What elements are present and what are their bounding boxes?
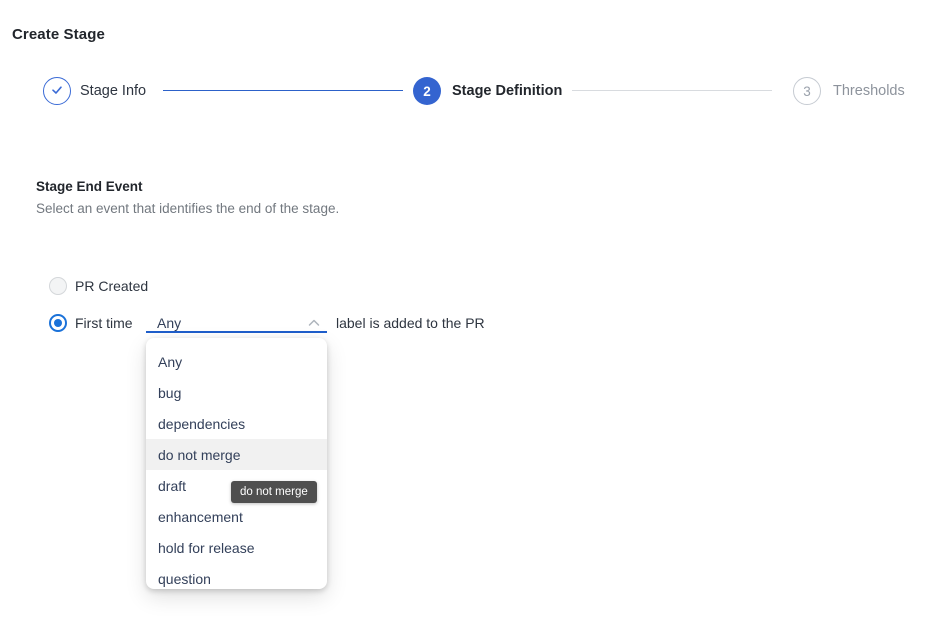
step-2-number: 2 <box>423 84 431 99</box>
dropdown-option[interactable]: question <box>146 563 327 589</box>
dropdown-option[interactable]: dependencies <box>146 408 327 439</box>
step-3-circle[interactable]: 3 <box>793 77 821 105</box>
dropdown-option[interactable]: Any <box>146 346 327 377</box>
stepper-connector-2 <box>572 90 772 91</box>
radio-pr-created[interactable] <box>49 277 67 295</box>
radio-first-time-label[interactable]: First time <box>75 314 133 332</box>
dropdown-option[interactable]: bug <box>146 377 327 408</box>
suffix-text: label is added to the PR <box>336 314 485 332</box>
dropdown-option[interactable]: hold for release <box>146 532 327 563</box>
radio-first-time[interactable] <box>49 314 67 332</box>
label-select-value[interactable]: Any <box>157 314 181 332</box>
step-1-label[interactable]: Stage Info <box>80 84 146 99</box>
section-description: Select an event that identifies the end … <box>36 201 339 216</box>
step-1-circle[interactable] <box>43 77 71 105</box>
stepper-connector-1 <box>163 90 403 91</box>
step-2-label: Stage Definition <box>452 84 562 99</box>
select-underline <box>146 331 327 333</box>
radio-pr-created-label[interactable]: PR Created <box>75 277 148 295</box>
label-dropdown-menu: Any bug dependencies do not merge draft … <box>146 338 327 589</box>
dropdown-option-highlighted[interactable]: do not merge <box>146 439 327 470</box>
step-3-label: Thresholds <box>833 84 905 99</box>
chevron-up-icon[interactable] <box>305 314 323 332</box>
tooltip: do not merge <box>231 481 317 503</box>
step-3-number: 3 <box>803 84 811 99</box>
create-stage-wizard: Create Stage Stage Info 2 Stage Definiti… <box>0 0 948 619</box>
section-heading: Stage End Event <box>36 179 143 194</box>
page-title: Create Stage <box>12 26 105 43</box>
radio-dot <box>54 319 62 327</box>
step-2-circle[interactable]: 2 <box>413 77 441 105</box>
check-icon <box>49 82 65 101</box>
dropdown-option[interactable]: enhancement <box>146 501 327 532</box>
